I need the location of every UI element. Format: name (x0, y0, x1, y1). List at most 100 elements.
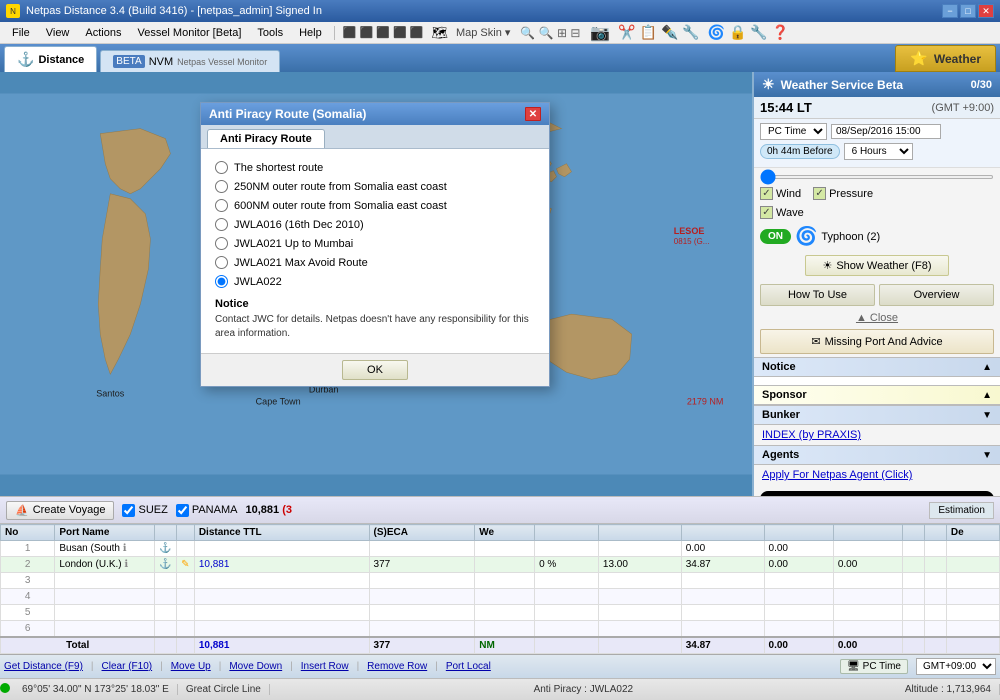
wind-check-item[interactable]: ✓ Wind (760, 187, 801, 200)
wave-check-item[interactable]: ✓ Wave (760, 206, 804, 219)
clear-button[interactable]: Clear (F10) (102, 661, 153, 672)
dialog-tab-anti-piracy[interactable]: Anti Piracy Route (207, 129, 325, 148)
bunker-content: INDEX (by PRAXIS) (754, 425, 1000, 445)
bunker-link[interactable]: INDEX (by PRAXIS) (762, 429, 861, 441)
menu-help[interactable]: Help (291, 25, 330, 41)
table-row[interactable]: 5 (1, 605, 1000, 621)
option-4-radio[interactable] (215, 218, 228, 231)
tab-weather[interactable]: ⭐ Weather (895, 45, 996, 72)
hours-select[interactable]: 6 Hours 12 Hours 24 Hours (844, 143, 913, 160)
close-weather-link[interactable]: ▲ Close (856, 312, 898, 324)
time-slider-row (754, 168, 1000, 184)
option-1-label: The shortest route (234, 162, 323, 174)
table-row[interactable]: 3 (1, 573, 1000, 589)
table-row[interactable]: 6 (1, 621, 1000, 638)
move-down-button[interactable]: Move Down (229, 661, 282, 672)
voyage-bar: ⛵ Create Voyage SUEZ PANAMA 10,881 (3 Es… (0, 496, 1000, 524)
tab-distance[interactable]: ⚓ Distance (4, 46, 97, 72)
row1-port: Busan (South ℹ (55, 541, 155, 557)
typhoon-icon: 🌀 (795, 226, 817, 247)
suez-checkbox-item[interactable]: SUEZ (122, 504, 167, 517)
row2-c1: 0.00 (764, 557, 833, 573)
row1-v1 (535, 541, 599, 557)
timezone-select[interactable]: GMT+09:00 (916, 658, 996, 675)
table-row[interactable]: 4 (1, 589, 1000, 605)
option-1-radio[interactable] (215, 161, 228, 174)
minimize-button[interactable]: − (942, 4, 958, 18)
port-local-button[interactable]: Port Local (446, 661, 491, 672)
row1-dist (194, 541, 369, 557)
option-5-row: JWLA021 Up to Mumbai (215, 237, 535, 250)
notice-section-header[interactable]: Notice ▲ (754, 357, 1000, 377)
option-2-radio[interactable] (215, 180, 228, 193)
menu-tools[interactable]: Tools (249, 25, 291, 41)
remove-row-button[interactable]: Remove Row (367, 661, 427, 672)
menu-view[interactable]: View (38, 25, 78, 41)
dialog-notice-title: Notice (215, 298, 535, 310)
wind-checkbox[interactable]: ✓ (760, 187, 773, 200)
toggle-on-badge[interactable]: ON (760, 229, 791, 244)
dialog-ok-button[interactable]: OK (342, 360, 408, 380)
pressure-checkbox[interactable]: ✓ (813, 187, 826, 200)
pc-time-badge[interactable]: 🖥 PC Time (840, 659, 908, 674)
option-7-radio[interactable] (215, 275, 228, 288)
option-3-radio[interactable] (215, 199, 228, 212)
menubar: File View Actions Vessel Monitor [Beta] … (0, 22, 1000, 44)
row1-icon1[interactable]: ⚓ (155, 541, 176, 557)
menu-file[interactable]: File (4, 25, 38, 41)
notice-section-title: Notice (762, 361, 796, 373)
menu-actions[interactable]: Actions (77, 25, 129, 41)
overview-button[interactable]: Overview (879, 284, 994, 306)
agents-section-header[interactable]: Agents ▼ (754, 445, 1000, 465)
pressure-check-item[interactable]: ✓ Pressure (813, 187, 873, 200)
sponsor-arrow-icon: ▲ (982, 390, 992, 401)
insert-row-button[interactable]: Insert Row (301, 661, 349, 672)
date-input[interactable] (831, 124, 941, 139)
missing-port-button[interactable]: ✉ Missing Port And Advice (760, 329, 994, 354)
tab-nvm[interactable]: BETA NVM Netpas Vessel Monitor (100, 50, 280, 72)
wave-checkbox[interactable]: ✓ (760, 206, 773, 219)
time-slider[interactable] (760, 175, 994, 179)
panama-checkbox-item[interactable]: PANAMA (176, 504, 238, 517)
maximize-button[interactable]: □ (960, 4, 976, 18)
pressure-label: Pressure (829, 188, 873, 200)
data-table-container: No Port Name Distance TTL (S)ECA We (0, 524, 1000, 654)
move-up-button[interactable]: Move Up (171, 661, 211, 672)
dialog-close-button[interactable]: ✕ (525, 107, 541, 121)
agents-link[interactable]: Apply For Netpas Agent (Click) (762, 469, 912, 481)
create-voyage-button[interactable]: ⛵ Create Voyage (6, 501, 114, 520)
how-to-use-button[interactable]: How To Use (760, 284, 875, 306)
get-distance-button[interactable]: Get Distance (F9) (4, 661, 83, 672)
close-button[interactable]: ✕ (978, 4, 994, 18)
row2-icon2[interactable]: ✎ (176, 557, 194, 573)
sponsor-section-header[interactable]: Sponsor ▲ (754, 385, 1000, 405)
row2-v2: 34.87 (681, 557, 764, 573)
col-we: We (475, 525, 535, 541)
bunker-section-header[interactable]: Bunker ▼ (754, 405, 1000, 425)
table-row[interactable]: 2 London (U.K.) ℹ ⚓ ✎ 10,881 377 0 % 13.… (1, 557, 1000, 573)
show-weather-button[interactable]: ☀ Show Weather (F8) (805, 255, 948, 276)
suez-checkbox[interactable] (122, 504, 135, 517)
row3-port (55, 573, 155, 589)
row2-icon1[interactable]: ⚓ (155, 557, 176, 573)
altitude: Altitude : 1,713,964 (897, 684, 1000, 695)
gmt-offset: (GMT +9:00) (932, 102, 994, 114)
bunker-section-title: Bunker (762, 409, 800, 421)
row3-no: 3 (1, 573, 55, 589)
map-area[interactable]: London Istagbul Santos Cape Town Durban … (0, 72, 752, 496)
time-source-select[interactable]: PC Time (760, 123, 827, 140)
row1-no: 1 (1, 541, 55, 557)
estimation-label: Estimation (929, 502, 994, 519)
col-v1 (535, 525, 599, 541)
table-row[interactable]: 1 Busan (South ℹ ⚓ 0.00 0.00 (1, 541, 1000, 557)
option-6-radio[interactable] (215, 256, 228, 269)
anti-piracy-dialog: Anti Piracy Route (Somalia) ✕ Anti Pirac… (200, 102, 550, 387)
weather-check-row: ✓ Wind ✓ Pressure (754, 184, 1000, 203)
menu-vessel-monitor[interactable]: Vessel Monitor [Beta] (129, 25, 249, 41)
option-6-label: JWLA021 Max Avoid Route (234, 257, 368, 269)
panama-label: PANAMA (192, 504, 238, 516)
option-5-radio[interactable] (215, 237, 228, 250)
panama-checkbox[interactable] (176, 504, 189, 517)
weather-btn-icon: ☀ (822, 259, 832, 272)
total-spacer4 (598, 637, 681, 654)
